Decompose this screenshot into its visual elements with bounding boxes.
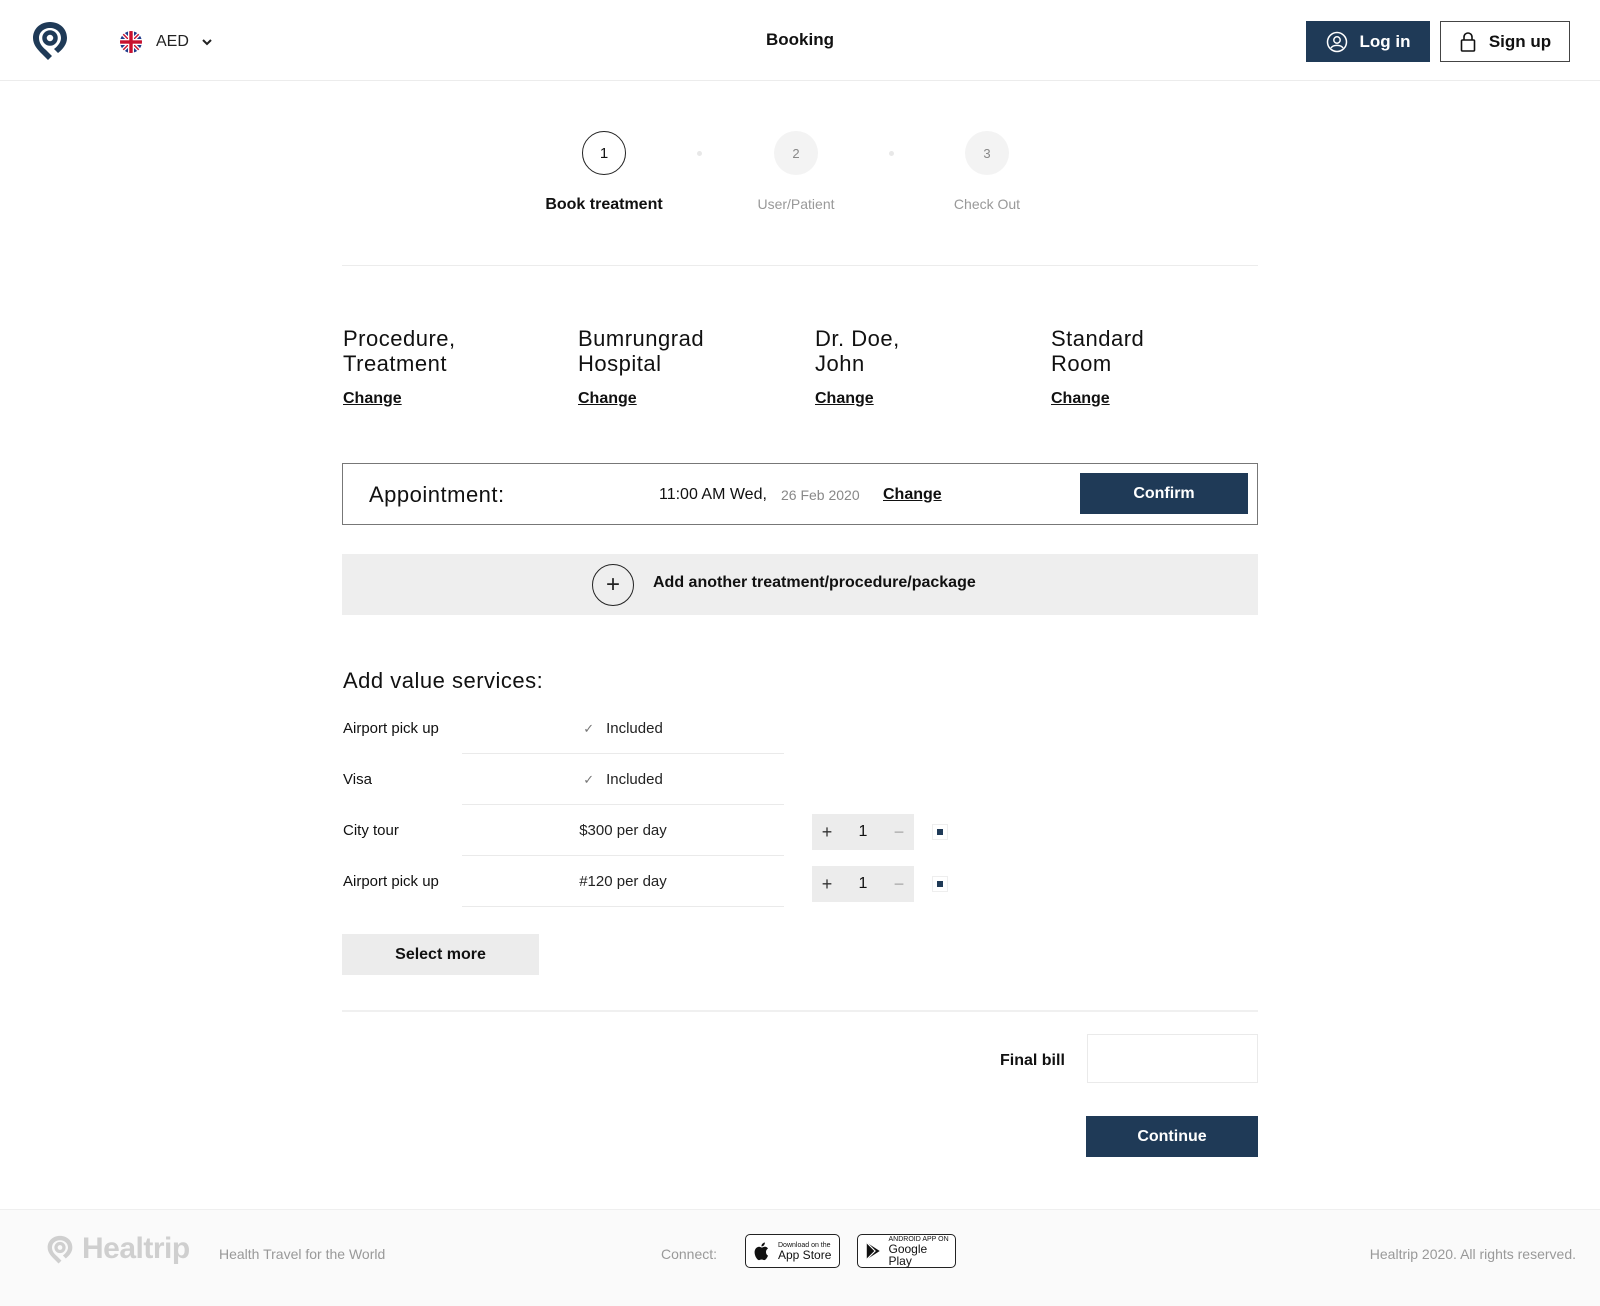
service-value: $300 per day	[462, 806, 784, 856]
check-icon: ✓	[583, 771, 595, 787]
service-label: Airport pick up	[343, 720, 439, 737]
decrement-button[interactable]: −	[884, 822, 914, 843]
step-3-label: Check Out	[953, 196, 1021, 212]
google-play-big-text: Google Play	[888, 1241, 928, 1268]
user-icon	[1326, 31, 1347, 52]
step-connector-dot	[697, 151, 702, 156]
section-divider	[342, 1010, 1258, 1012]
appointment-box: Appointment: 11:00 AM Wed, 26 Feb 2020 C…	[342, 463, 1258, 525]
appointment-date: 26 Feb 2020	[781, 487, 860, 503]
step-2-circle[interactable]: 2	[774, 131, 818, 175]
service-checkbox[interactable]	[932, 876, 948, 892]
change-hospital-link[interactable]: Change	[578, 390, 637, 408]
footer-connect-label: Connect:	[661, 1246, 718, 1262]
increment-button[interactable]: +	[812, 874, 842, 895]
selection-room: Standard Room Change	[1051, 326, 1271, 408]
quantity-value: 1	[858, 875, 868, 892]
appointment-time: 11:00 AM Wed,	[659, 486, 767, 503]
service-value-text: $300 per day	[579, 822, 667, 839]
selection-title-line: Bumrungrad	[578, 326, 705, 351]
decrement-button[interactable]: −	[884, 874, 914, 895]
apple-icon	[754, 1242, 768, 1261]
service-value: #120 per day	[462, 857, 784, 907]
quantity-value: 1	[858, 823, 868, 840]
final-bill-label: Final bill	[1000, 1052, 1065, 1069]
footer-logo[interactable]: Healtrip	[44, 1232, 190, 1266]
step-connector-dot	[889, 151, 894, 156]
final-bill-field	[1087, 1034, 1258, 1083]
services-heading: Add value services:	[343, 668, 544, 693]
google-play-text: ANDROID APP ON Google Play	[889, 1236, 950, 1267]
step-2-label: User/Patient	[757, 196, 835, 212]
signup-label: Sign up	[1488, 31, 1552, 51]
selection-title-line: Treatment	[343, 351, 447, 376]
healtrip-logo-icon	[47, 1235, 73, 1264]
selection-title-line: Dr. Doe,	[815, 326, 900, 351]
service-value-text: Included	[606, 771, 663, 788]
service-value: ✓ Included	[462, 755, 784, 805]
footer: Healtrip Health Travel for the World Con…	[0, 1209, 1600, 1306]
change-appointment-link[interactable]: Change	[883, 486, 942, 504]
increment-button[interactable]: +	[812, 822, 842, 843]
service-checkbox[interactable]	[932, 824, 948, 840]
top-header: AED Booking Log in Sign up	[0, 0, 1600, 81]
checkbox-mark	[937, 829, 943, 835]
checkbox-mark	[937, 881, 943, 887]
footer-tagline: Health Travel for the World	[219, 1246, 386, 1262]
signup-button[interactable]: Sign up	[1440, 21, 1570, 62]
service-value-text: Included	[606, 720, 663, 737]
login-button[interactable]: Log in	[1306, 21, 1430, 62]
step-1-circle[interactable]: 1	[582, 131, 626, 175]
quantity-stepper: + 1 −	[812, 814, 914, 850]
service-value-text: #120 per day	[579, 873, 667, 890]
step-3-circle[interactable]: 3	[965, 131, 1009, 175]
login-label: Log in	[1359, 31, 1411, 51]
add-another-label: Add another treatment/procedure/package	[653, 574, 976, 591]
change-procedure-link[interactable]: Change	[343, 390, 402, 408]
change-room-link[interactable]: Change	[1051, 390, 1110, 408]
google-play-icon	[866, 1242, 880, 1260]
appointment-label: Appointment:	[369, 482, 505, 507]
selection-title-line: Procedure,	[343, 326, 456, 351]
selection-doctor: Dr. Doe, John Change	[815, 326, 1035, 408]
continue-button[interactable]: Continue	[1086, 1116, 1258, 1157]
select-more-button[interactable]: Select more	[342, 934, 539, 975]
app-store-big-text: App Store	[778, 1247, 832, 1262]
selection-hospital: Bumrungrad Hospital Change	[578, 326, 798, 408]
service-label: Visa	[343, 771, 372, 788]
selection-title-line: John	[815, 351, 865, 376]
selection-procedure: Procedure, Treatment Change	[343, 326, 563, 408]
service-label: City tour	[343, 822, 399, 839]
quantity-stepper: + 1 −	[812, 866, 914, 902]
section-divider	[342, 265, 1258, 266]
app-store-badge[interactable]: Download on the App Store	[745, 1234, 840, 1268]
footer-copyright: Healtrip 2020. All rights reserved.	[1369, 1246, 1576, 1262]
service-label: Airport pick up	[343, 873, 439, 890]
selection-title-line: Standard	[1051, 326, 1145, 351]
add-another-treatment-button[interactable]: + Add another treatment/procedure/packag…	[342, 554, 1258, 615]
plus-icon: +	[592, 564, 634, 606]
step-1-label: Book treatment	[545, 196, 663, 213]
selection-title-line: Hospital	[578, 351, 662, 376]
change-doctor-link[interactable]: Change	[815, 390, 874, 408]
footer-brand: Healtrip	[82, 1232, 190, 1265]
check-icon: ✓	[583, 720, 595, 736]
google-play-badge[interactable]: ANDROID APP ON Google Play	[857, 1234, 956, 1268]
service-value: ✓ Included	[462, 704, 784, 754]
app-store-text: Download on the App Store	[778, 1242, 831, 1261]
selection-title-line: Room	[1051, 351, 1112, 376]
lock-icon	[1460, 31, 1476, 52]
confirm-button[interactable]: Confirm	[1080, 473, 1248, 514]
